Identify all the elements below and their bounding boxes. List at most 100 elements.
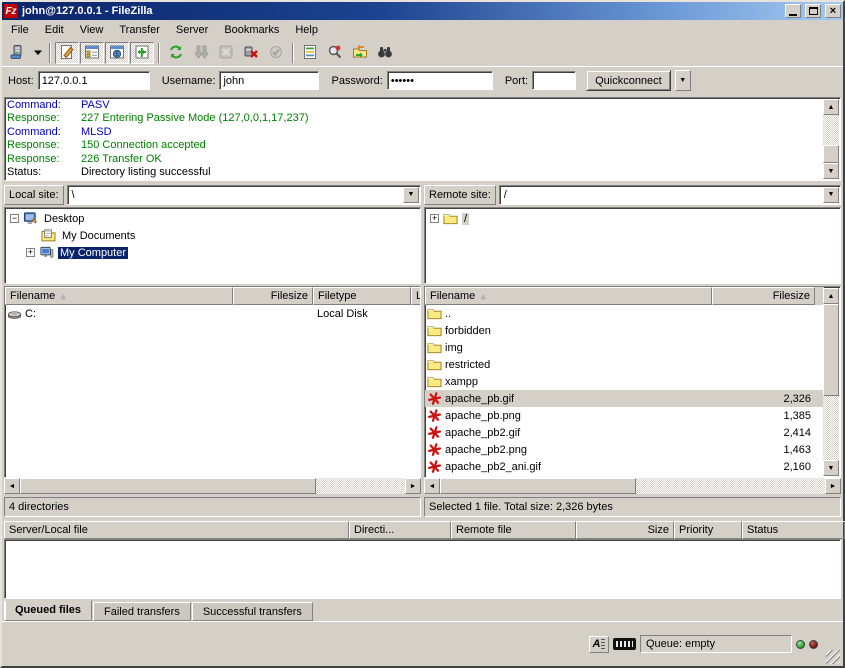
remote-file-row[interactable]: xampp [425,373,824,390]
column-header-filetype[interactable]: Filetype [313,287,411,305]
cancel-operation-button[interactable] [214,42,238,64]
process-queue-button[interactable] [189,42,213,64]
resize-grip[interactable] [826,650,840,664]
minimize-button[interactable] [785,4,801,18]
drive-icon [7,306,22,321]
menu-transfer[interactable]: Transfer [111,21,168,39]
message-log-scrollbar[interactable]: ▲▼ [823,99,839,179]
remote-horizontal-scrollbar[interactable]: ◄► [424,478,841,494]
maximize-button[interactable] [805,4,821,18]
local-horizontal-scrollbar[interactable]: ◄► [4,478,421,494]
menu-edit[interactable]: Edit [37,21,72,39]
local-site-dropdown-button[interactable]: ▼ [403,187,419,203]
open-site-manager-button[interactable] [5,42,29,64]
port-input[interactable] [532,71,576,90]
column-header-l[interactable]: L [411,287,421,305]
tab-queued-files[interactable]: Queued files [4,600,92,621]
tab-failed-transfers[interactable]: Failed transfers [93,602,191,621]
remote-file-row[interactable]: apache_pb.gif2,326 [425,390,824,407]
menu-server[interactable]: Server [168,21,216,39]
speed-limit-indicator-icon[interactable] [613,638,636,650]
file-size: 1,463 [712,444,815,456]
remote-site-combo[interactable]: / ▼ [499,185,841,205]
file-size: 1,385 [712,410,815,422]
local-site-combo[interactable]: \ ▼ [67,185,421,205]
directory-comparison-button[interactable] [323,42,347,64]
refresh-button[interactable] [164,42,188,64]
menu-view[interactable]: View [72,21,112,39]
scroll-up-button[interactable]: ▲ [823,288,839,304]
column-header-filesize[interactable]: Filesize [233,287,313,305]
column-header-filesize[interactable]: Filesize [712,287,815,305]
column-header-label: Remote file [456,524,512,536]
expand-icon[interactable]: + [26,248,35,257]
menu-file[interactable]: File [3,21,37,39]
collapse-icon[interactable]: − [10,214,19,223]
tab-successful-transfers[interactable]: Successful transfers [192,602,313,621]
scroll-right-button[interactable]: ► [405,478,421,494]
local-path: \ [68,189,402,201]
local-file-row[interactable]: C:Local Disk [5,305,420,322]
local-tree-item[interactable]: My Documents [6,227,419,244]
column-header-server-local-file[interactable]: Server/Local file [4,521,349,539]
username-input[interactable] [219,71,319,90]
scroll-left-button[interactable]: ◄ [424,478,440,494]
expand-icon[interactable]: + [430,214,439,223]
remote-vertical-scrollbar[interactable]: ▲▼ [823,288,839,476]
scroll-down-button[interactable]: ▼ [823,163,839,179]
remote-file-row[interactable]: .. [425,305,824,322]
site-manager-dropdown-button[interactable] [30,42,45,64]
find-files-button[interactable] [373,42,397,64]
host-label: Host: [8,75,34,87]
remote-file-row[interactable]: forbidden [425,322,824,339]
remote-tree-item[interactable]: +/ [426,210,839,227]
file-name: forbidden [445,325,491,337]
remote-site-dropdown-button[interactable]: ▼ [823,187,839,203]
filter-button[interactable] [298,42,322,64]
scroll-right-button[interactable]: ► [825,478,841,494]
column-header-priority[interactable]: Priority [674,521,742,539]
column-header-directi-[interactable]: Directi... [349,521,451,539]
toggle-local-tree-button[interactable] [80,42,104,64]
menu-bookmarks[interactable]: Bookmarks [216,21,287,39]
remote-file-row[interactable]: restricted [425,356,824,373]
column-header-filename[interactable]: Filename▲ [425,287,712,305]
host-input[interactable] [38,71,150,90]
toggle-message-log-button[interactable] [55,42,79,64]
message-log-entries: Command:PASVResponse:227 Entering Passiv… [7,99,823,179]
scroll-down-button[interactable]: ▼ [823,460,839,476]
scroll-thumb[interactable] [823,304,839,396]
desktop-icon [23,211,38,226]
remote-file-row[interactable]: apache_pb.png1,385 [425,407,824,424]
quickconnect-bar: Host: Username: Password: Port: Quickcon… [2,66,843,94]
scroll-up-button[interactable]: ▲ [823,99,839,115]
remote-file-list: Filename▲Filesize .. forbidden imgrestrict… [424,286,841,478]
remote-file-row[interactable]: apache_pb2.gif2,414 [425,424,824,441]
scroll-thumb[interactable] [440,478,636,494]
apache-icon [427,408,442,423]
scroll-left-button[interactable]: ◄ [4,478,20,494]
password-input[interactable] [387,71,493,90]
reconnect-button[interactable] [264,42,288,64]
toggle-remote-tree-button[interactable] [105,42,129,64]
toggle-transfer-queue-button[interactable] [130,42,154,64]
quickconnect-dropdown-button[interactable]: ▼ [675,70,691,91]
remote-file-row[interactable]: apache_pb2.png1,463 [425,441,824,458]
quickconnect-button[interactable]: Quickconnect [586,70,671,91]
status-bar: A Queue: empty [2,621,843,666]
synchronized-browsing-button[interactable] [348,42,372,64]
close-button[interactable]: × [825,4,841,18]
scroll-thumb[interactable] [20,478,316,494]
remote-file-row[interactable]: img [425,339,824,356]
menu-help[interactable]: Help [287,21,326,39]
column-header-filename[interactable]: Filename▲ [5,287,233,305]
scroll-thumb[interactable] [823,145,839,163]
data-type-indicator[interactable]: A [589,636,609,653]
local-tree-item[interactable]: −Desktop [6,210,419,227]
column-header-remote-file[interactable]: Remote file [451,521,576,539]
local-tree-item[interactable]: +My Computer [6,244,419,261]
column-header-status[interactable]: Status [742,521,845,539]
disconnect-button[interactable] [239,42,263,64]
remote-file-row[interactable]: apache_pb2_ani.gif2,160 [425,458,824,475]
column-header-size[interactable]: Size [576,521,674,539]
